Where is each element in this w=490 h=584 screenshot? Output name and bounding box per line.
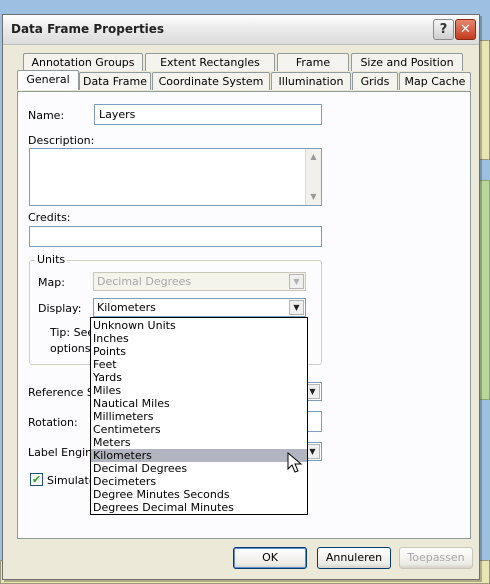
description-scrollbar[interactable]: ▲ ▼ <box>305 149 321 205</box>
tab-data-frame[interactable]: Data Frame <box>79 72 151 90</box>
dialog-title: Data Frame Properties <box>11 22 165 36</box>
credits-input[interactable] <box>29 226 322 247</box>
help-icon: ? <box>439 22 448 37</box>
display-units-dropdown-list[interactable]: Unknown Units Inches Points Feet Yards M… <box>90 317 308 515</box>
map-units-select: Decimal Degrees ▼ <box>93 272 306 291</box>
dropdown-option[interactable]: Points <box>91 345 307 358</box>
cancel-button[interactable]: Annuleren <box>317 547 391 569</box>
help-button[interactable]: ? <box>433 19 454 40</box>
dropdown-option[interactable]: Decimal Degrees <box>91 462 307 475</box>
map-units-label: Map: <box>38 276 65 289</box>
tab-row-back: Annotation Groups Extent Rectangles Fram… <box>23 53 463 71</box>
dropdown-option[interactable]: Meters <box>91 436 307 449</box>
tab-grids[interactable]: Grids <box>352 72 398 90</box>
dropdown-option[interactable]: Degrees Decimal Minutes <box>91 501 307 514</box>
dropdown-option[interactable]: Degree Minutes Seconds <box>91 488 307 501</box>
dropdown-option[interactable]: Nautical Miles <box>91 397 307 410</box>
dropdown-option[interactable]: Decimeters <box>91 475 307 488</box>
check-icon: ✔ <box>31 473 42 486</box>
display-units-label: Display: <box>38 302 82 315</box>
tab-map-cache[interactable]: Map Cache <box>399 72 471 90</box>
dropdown-option[interactable]: Centimeters <box>91 423 307 436</box>
tab-coordinate-system[interactable]: Coordinate System <box>152 72 270 90</box>
dropdown-option[interactable]: Unknown Units <box>91 319 307 332</box>
name-label: Name: <box>28 109 65 122</box>
map-units-value: Decimal Degrees <box>97 275 192 288</box>
chevron-down-icon: ▼ <box>289 274 304 289</box>
display-units-select[interactable]: Kilometers ▼ <box>93 298 306 317</box>
description-textarea[interactable]: ▲ ▼ <box>29 148 322 206</box>
credits-label: Credits: <box>28 211 71 224</box>
tab-size-and-position[interactable]: Size and Position <box>351 53 463 71</box>
tab-annotation-groups[interactable]: Annotation Groups <box>23 53 143 71</box>
dropdown-option[interactable]: Millimeters <box>91 410 307 423</box>
tab-extent-rectangles[interactable]: Extent Rectangles <box>145 53 275 71</box>
description-label: Description: <box>28 134 95 147</box>
dropdown-option[interactable]: Inches <box>91 332 307 345</box>
name-input[interactable]: Layers <box>94 104 322 125</box>
chevron-down-icon[interactable]: ▼ <box>289 300 304 315</box>
close-button[interactable]: ✕ <box>455 19 476 40</box>
mouse-pointer-icon <box>287 452 303 473</box>
simulate-checkbox[interactable]: ✔ <box>30 473 43 486</box>
apply-button: Toepassen <box>399 547 473 569</box>
display-units-value: Kilometers <box>97 301 156 314</box>
scroll-up-icon[interactable]: ▲ <box>306 149 321 165</box>
dropdown-option[interactable]: Feet <box>91 358 307 371</box>
dropdown-option-selected[interactable]: Kilometers <box>91 449 307 462</box>
dropdown-option[interactable]: Miles <box>91 384 307 397</box>
dropdown-option[interactable]: Yards <box>91 371 307 384</box>
ok-button[interactable]: OK <box>233 547 307 569</box>
title-bar[interactable]: Data Frame Properties ? ✕ <box>3 15 479 45</box>
close-icon: ✕ <box>460 22 471 37</box>
scroll-down-icon[interactable]: ▼ <box>306 189 321 205</box>
units-group-caption: Units <box>35 253 68 266</box>
tab-illumination[interactable]: Illumination <box>271 72 351 90</box>
tab-row-front: General Data Frame Coordinate System Ill… <box>17 70 471 90</box>
tab-general[interactable]: General <box>17 70 79 90</box>
tip-text-line-1: Tip: See <box>50 326 95 339</box>
tab-frame[interactable]: Frame <box>277 53 349 71</box>
rotation-label: Rotation: <box>28 416 78 429</box>
